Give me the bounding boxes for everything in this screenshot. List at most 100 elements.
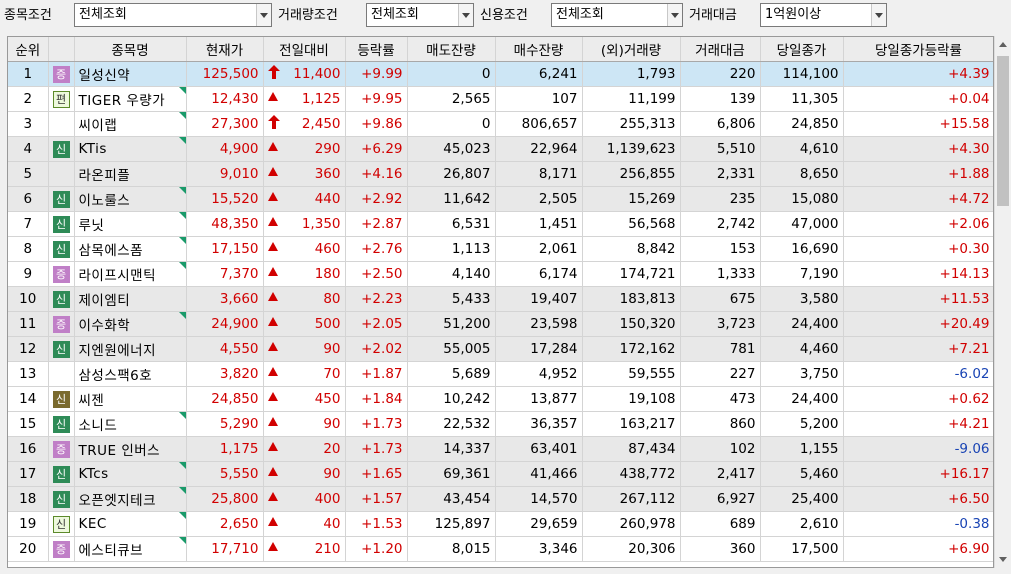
stock-name-cell[interactable]: 이수화학 <box>74 311 187 337</box>
col-header-bid[interactable]: 매수잔량 <box>495 37 583 62</box>
ask-cell: 45,023 <box>407 136 496 162</box>
table-row[interactable]: 5 라온피플 9,010 360 +4.16 26,807 8,171 256,855 2,33… <box>8 161 993 187</box>
corner-marker-icon <box>178 137 185 144</box>
price-cell: 25,800 <box>186 486 264 512</box>
stock-name-cell[interactable]: 지엔원에너지 <box>74 336 187 362</box>
stock-badge: 증 <box>52 265 70 283</box>
col-header-name[interactable]: 종목명 <box>74 37 187 62</box>
price-cell: 5,550 <box>186 461 264 487</box>
badge-cell <box>48 111 75 137</box>
stock-badge: 신 <box>52 515 70 533</box>
table-row[interactable]: 1 증 일성신약 125,500 11,400 +9.99 0 6,241 1,793 220 11… <box>8 61 993 87</box>
col-header-close-rate[interactable]: 당일종가등락률 <box>843 37 993 62</box>
table-row[interactable]: 20 증 에스티큐브 17,710 210 +1.20 8,015 3,346 20,306 36… <box>8 536 993 562</box>
stock-name-cell[interactable]: 루닛 <box>74 211 187 237</box>
stock-condition-select[interactable]: 전체조회 <box>74 3 272 27</box>
badge-cell: 신 <box>48 511 75 537</box>
stock-name-cell[interactable]: 삼성스팩6호 <box>74 361 187 387</box>
credit-condition-select[interactable]: 전체조회 <box>551 3 683 27</box>
badge-cell: 신 <box>48 186 75 212</box>
bid-cell: 14,570 <box>495 486 583 512</box>
rate-cell: +1.73 <box>345 436 408 462</box>
volume-condition-select[interactable]: 전체조회 <box>366 3 474 27</box>
stock-name-cell[interactable]: 일성신약 <box>74 61 187 87</box>
table-row[interactable]: 10 신 제이엠티 3,660 80 +2.23 5,433 19,407 183,813 675… <box>8 286 993 312</box>
chevron-down-icon[interactable] <box>458 4 473 26</box>
bid-cell: 2,505 <box>495 186 583 212</box>
table-row[interactable]: 9 증 라이프시맨틱 7,370 180 +2.50 4,140 6,174 174,721 1,… <box>8 261 993 287</box>
col-header-rate[interactable]: 등락률 <box>345 37 408 62</box>
table-row[interactable]: 7 신 루닛 48,350 1,350 +2.87 6,531 1,451 56,568 2,74… <box>8 211 993 237</box>
chevron-down-icon[interactable] <box>667 4 682 26</box>
stock-name-cell[interactable]: TIGER 우량가 <box>74 86 187 112</box>
stock-name-cell[interactable]: 라온피플 <box>74 161 187 187</box>
stock-name-cell[interactable]: 제이엠티 <box>74 286 187 312</box>
change-cell: 360 <box>263 161 346 187</box>
table-row[interactable]: 3 씨이랩 27,300 2,450 +9.86 0 806,657 255,313 6,806… <box>8 111 993 137</box>
scroll-down-icon[interactable] <box>995 551 1011 568</box>
up-triangle-icon <box>267 192 278 201</box>
badge-cell: 증 <box>48 61 75 87</box>
table-row[interactable]: 6 신 이노룰스 15,520 440 +2.92 11,642 2,505 15,269 235… <box>8 186 993 212</box>
rate-cell: +1.87 <box>345 361 408 387</box>
stock-name: KTis <box>78 141 107 157</box>
stock-name-cell[interactable]: KEC <box>74 511 187 537</box>
table-row[interactable]: 16 증 TRUE 인버스 1,175 20 +1.73 14,337 63,401 87,43… <box>8 436 993 462</box>
col-header-ask[interactable]: 매도잔량 <box>407 37 496 62</box>
col-header-close[interactable]: 당일종가 <box>760 37 844 62</box>
change-cell: 450 <box>263 386 346 412</box>
col-header-volume[interactable]: (외)거래량 <box>582 37 681 62</box>
scroll-up-icon[interactable] <box>995 36 1011 53</box>
change-value: 400 <box>314 491 341 507</box>
stock-name-cell[interactable]: KTcs <box>74 461 187 487</box>
corner-marker-icon <box>178 187 185 194</box>
trade-amount-select[interactable]: 1억원이상 <box>760 3 887 27</box>
table-row[interactable]: 17 신 KTcs 5,550 90 +1.65 69,361 41,466 438,772 2,… <box>8 461 993 487</box>
col-header-badge[interactable] <box>48 37 75 62</box>
close-cell: 1,155 <box>760 436 844 462</box>
stock-name-cell[interactable]: 씨젠 <box>74 386 187 412</box>
col-header-change[interactable]: 전일대비 <box>263 37 346 62</box>
change-cell: 1,350 <box>263 211 346 237</box>
stock-name-cell[interactable]: 라이프시맨틱 <box>74 261 187 287</box>
amount-cell: 139 <box>680 86 761 112</box>
table-row[interactable]: 19 신 KEC 2,650 40 +1.53 125,897 29,659 260,978 68… <box>8 511 993 537</box>
col-header-amount[interactable]: 거래대금 <box>680 37 761 62</box>
volume-cell: 8,842 <box>582 236 681 262</box>
chevron-down-icon[interactable] <box>256 4 271 26</box>
stock-name-cell[interactable]: 삼목에스폼 <box>74 236 187 262</box>
stock-name-cell[interactable]: 오픈엣지테크 <box>74 486 187 512</box>
stock-name: 에스티큐브 <box>78 543 144 559</box>
table-row[interactable]: 2 편 TIGER 우량가 12,430 1,125 +9.95 2,565 107 11,19… <box>8 86 993 112</box>
vertical-scrollbar[interactable] <box>994 36 1011 568</box>
change-cell: 210 <box>263 536 346 562</box>
ask-cell: 0 <box>407 61 496 87</box>
scroll-thumb[interactable] <box>997 56 1009 206</box>
close-cell: 4,460 <box>760 336 844 362</box>
stock-name: 소니드 <box>78 418 118 434</box>
stock-name-cell[interactable]: 이노룰스 <box>74 186 187 212</box>
close-rate-cell: +6.50 <box>843 486 993 512</box>
stock-name-cell[interactable]: TRUE 인버스 <box>74 436 187 462</box>
table-row[interactable]: 14 신 씨젠 24,850 450 +1.84 10,242 13,877 19,108 473… <box>8 386 993 412</box>
table-row[interactable]: 18 신 오픈엣지테크 25,800 400 +1.57 43,454 14,570 267,1… <box>8 486 993 512</box>
table-row[interactable]: 4 신 KTis 4,900 290 +6.29 45,023 22,964 1,139,623… <box>8 136 993 162</box>
stock-name-cell[interactable]: 씨이랩 <box>74 111 187 137</box>
table-row[interactable]: 12 신 지엔원에너지 4,550 90 +2.02 55,005 17,284 172,162… <box>8 336 993 362</box>
stock-name-cell[interactable]: 에스티큐브 <box>74 536 187 562</box>
close-rate-cell: -9.06 <box>843 436 993 462</box>
col-header-price[interactable]: 현재가 <box>186 37 264 62</box>
stock-name-cell[interactable]: KTis <box>74 136 187 162</box>
col-header-rank[interactable]: 순위 <box>8 37 49 62</box>
ask-cell: 69,361 <box>407 461 496 487</box>
volume-cell: 20,306 <box>582 536 681 562</box>
table-row[interactable]: 15 신 소니드 5,290 90 +1.73 22,532 36,357 163,217 860… <box>8 411 993 437</box>
close-cell: 5,200 <box>760 411 844 437</box>
chevron-down-icon[interactable] <box>871 4 886 26</box>
table-row[interactable]: 8 신 삼목에스폼 17,150 460 +2.76 1,113 2,061 8,842 153 1… <box>8 236 993 262</box>
close-rate-cell: +4.30 <box>843 136 993 162</box>
stock-name-cell[interactable]: 소니드 <box>74 411 187 437</box>
table-row[interactable]: 13 삼성스팩6호 3,820 70 +1.87 5,689 4,952 59,555 227 3… <box>8 361 993 387</box>
table-row[interactable]: 11 증 이수화학 24,900 500 +2.05 51,200 23,598 150,320… <box>8 311 993 337</box>
price-cell: 4,550 <box>186 336 264 362</box>
